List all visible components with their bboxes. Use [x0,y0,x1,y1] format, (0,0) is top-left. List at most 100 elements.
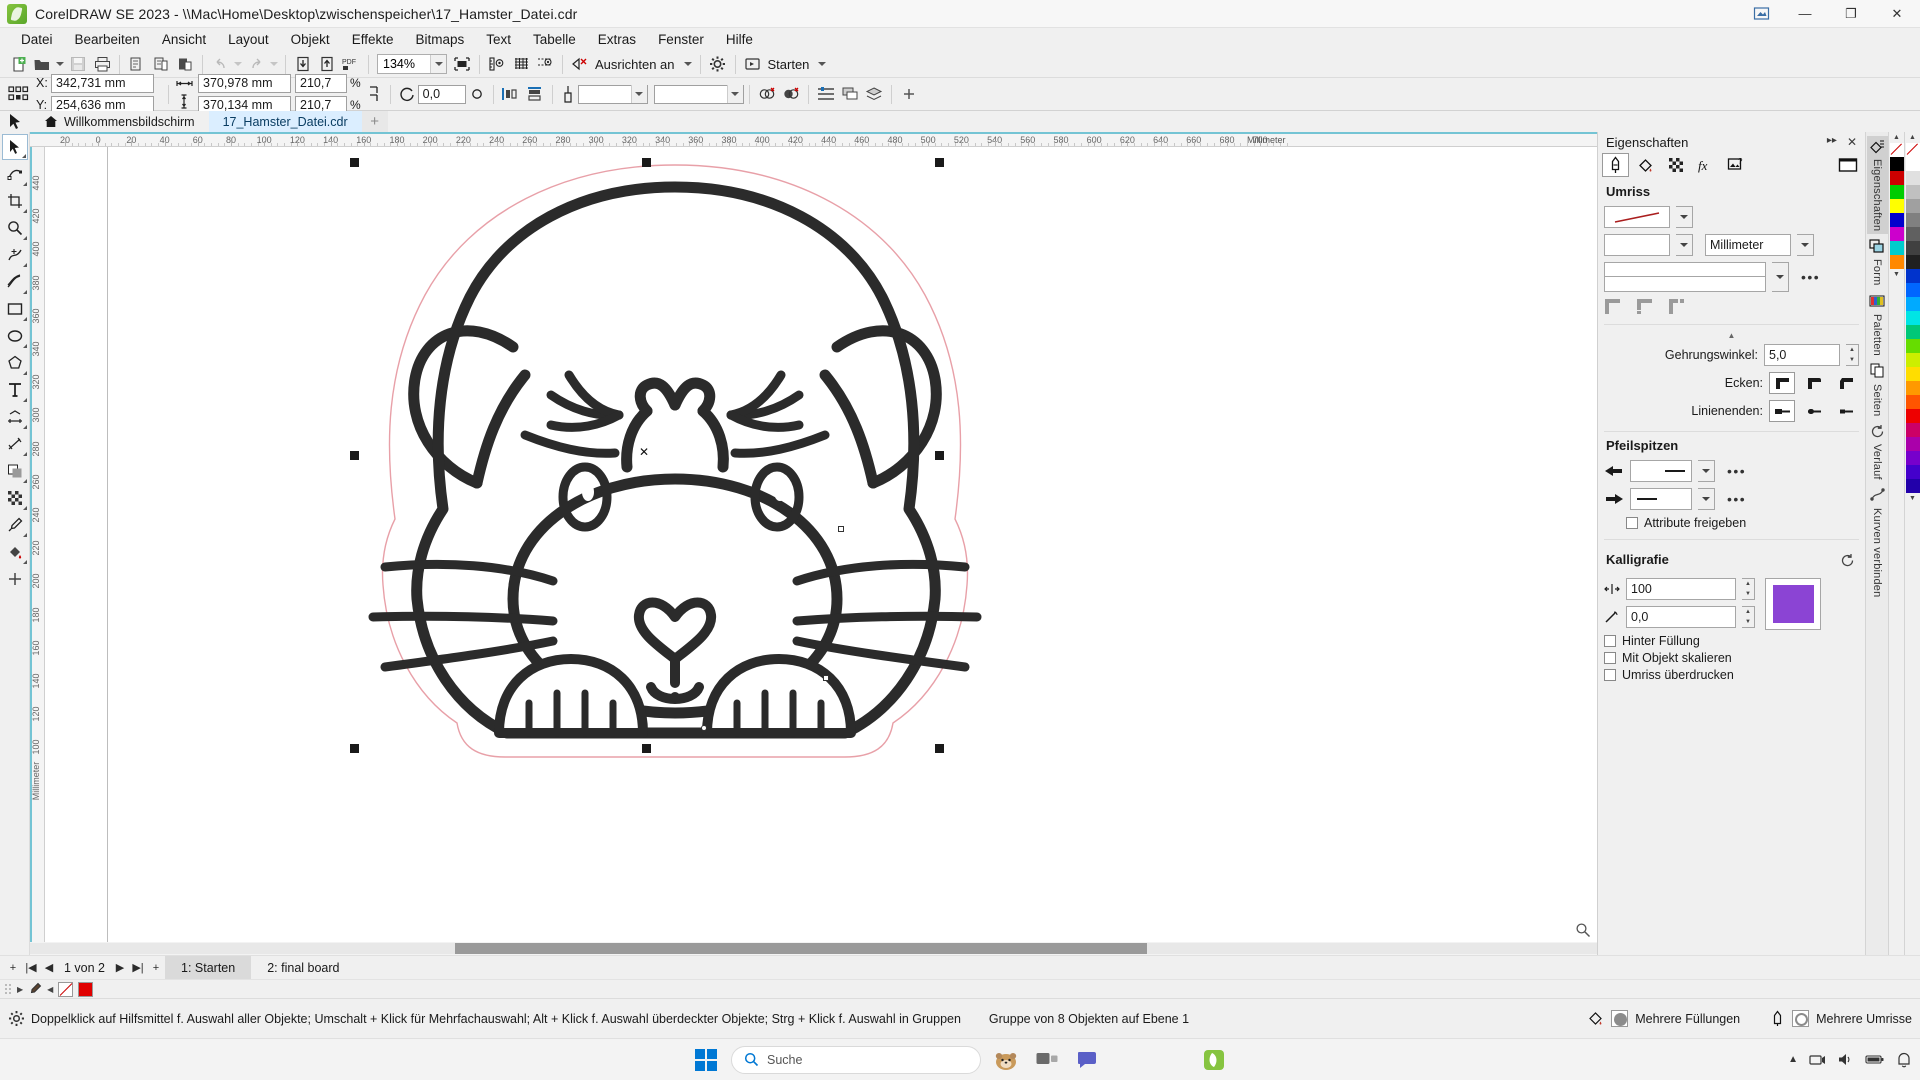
corner-square-preview-icon[interactable] [1604,298,1626,315]
save-icon[interactable] [66,53,90,76]
menu-bitmaps[interactable]: Bitmaps [404,29,475,50]
share-icon[interactable] [1750,3,1772,25]
snap-dropdown-icon[interactable] [681,53,695,76]
palette-swatch[interactable] [1906,199,1920,213]
effects-tab[interactable]: fx [1692,153,1719,177]
new-tab-button[interactable]: + [362,111,388,132]
windows-start-icon[interactable] [690,1045,722,1075]
chevron-up-icon[interactable]: ▲ [1788,1054,1798,1065]
scale-with-object-checkbox[interactable] [1604,652,1616,664]
fill-tab[interactable] [1632,153,1659,177]
menu-tabelle[interactable]: Tabelle [522,29,587,50]
corner-bevel-preview-icon[interactable] [1668,298,1690,315]
calligraphy-angle-spinner[interactable]: ▲▼ [1742,606,1755,628]
copy-icon[interactable] [149,53,173,76]
outline-tab[interactable] [1602,153,1629,177]
scale-with-object-row[interactable]: Mit Objekt skalieren [1604,651,1859,665]
expand-left-icon[interactable]: ◀ [47,985,53,994]
launch-dropdown-icon[interactable] [815,53,829,76]
menu-objekt[interactable]: Objekt [280,29,341,50]
palette-swatch[interactable] [1906,255,1920,269]
rotation-angle-input[interactable]: 0,0 [418,85,466,104]
line-cap-round-button[interactable] [1801,400,1827,422]
corner-miter-button[interactable] [1769,372,1795,394]
outline-style-preview[interactable] [1604,262,1766,277]
selection-handle-n[interactable] [642,158,651,167]
release-attributes-checkbox[interactable] [1626,517,1638,529]
notification-icon[interactable] [1896,1052,1912,1068]
import-icon[interactable] [291,53,315,76]
object-manager-icon[interactable] [838,83,862,106]
palette-swatch[interactable] [1890,171,1904,185]
page-tab-final-board[interactable]: 2: final board [251,956,355,980]
menu-hilfe[interactable]: Hilfe [715,29,764,50]
palette-swatch[interactable] [1906,157,1920,171]
corner-round-preview-icon[interactable] [1636,298,1658,315]
menu-fenster[interactable]: Fenster [647,29,715,50]
palette-swatch[interactable] [1890,157,1904,171]
horizontal-scrollbar[interactable] [30,943,1597,954]
palette-swatch[interactable] [1906,171,1920,185]
outline-style-dropdown-icon[interactable] [1772,262,1789,292]
hamster-app-icon[interactable] [990,1045,1022,1075]
calligraphy-angle-input[interactable]: 0,0 [1626,606,1736,628]
selection-handle-ne[interactable] [935,158,944,167]
open-dropdown-icon[interactable] [54,53,66,76]
end-arrow-preview[interactable] [1630,488,1692,510]
zoom-level-input[interactable] [378,55,430,73]
show-guides-icon[interactable] [533,53,557,76]
bitmap-tab[interactable]: ? [1722,153,1749,177]
vertical-ruler[interactable]: 4404204003803603403203002802602402202001… [30,147,45,942]
teams-icon[interactable] [1072,1045,1104,1075]
maximize-button[interactable]: ❐ [1828,0,1874,28]
palette-swatch[interactable] [1906,311,1920,325]
mirror-horizontal-icon[interactable] [499,83,523,106]
menu-extras[interactable]: Extras [587,29,647,50]
pick-tool-indicator[interactable] [0,111,30,132]
docker-close-icon[interactable]: ✕ [1847,135,1857,149]
palette-swatch[interactable] [1906,241,1920,255]
palette-swatch[interactable] [1906,479,1920,493]
palette-grip-icon[interactable] [4,982,12,996]
polygon-tool[interactable] [2,350,28,376]
selection-handle-se[interactable] [935,744,944,753]
node-handle-lower[interactable] [823,675,829,681]
outline-style-secondary[interactable] [1604,277,1766,292]
calligraphy-stretch-spinner[interactable]: ▲▼ [1742,578,1755,600]
undo-icon[interactable] [208,53,232,76]
selection-handle-sw[interactable] [350,744,359,753]
add-page-button[interactable]: + [4,958,22,978]
show-rulers-icon[interactable] [485,53,509,76]
parallel-dimension-tool[interactable] [2,431,28,457]
text-tool[interactable] [2,377,28,403]
add-toolbar-item-icon[interactable] [897,83,921,106]
palette-swatch[interactable] [1890,185,1904,199]
start-arrow-dropdown-icon[interactable] [1698,460,1715,482]
next-page-button[interactable]: ▶ [111,958,129,978]
reset-icon[interactable] [1840,553,1859,568]
zoom-tool[interactable] [2,215,28,241]
lock-ratio-icon[interactable] [363,84,385,104]
palette-swatch[interactable] [1906,465,1920,479]
page-tab[interactable] [1834,153,1861,177]
align-distribute-icon[interactable] [814,83,838,106]
palette-swatch[interactable] [1906,213,1920,227]
expand-right-icon[interactable]: ▶ [17,985,23,994]
network-icon[interactable] [1809,1052,1826,1067]
outline-style-combo[interactable] [654,85,744,104]
rectangle-tool[interactable] [2,296,28,322]
overprint-outline-row[interactable]: Umriss überdrucken [1604,668,1859,682]
first-page-button[interactable]: |◀ [22,958,40,978]
palette-swatch[interactable] [1906,283,1920,297]
palette-scroll-down-icon[interactable]: ▼ [1893,269,1900,280]
palette-swatch[interactable] [1906,339,1920,353]
export-pdf-icon[interactable]: PDF [339,53,363,76]
artistic-media-tool[interactable] [2,269,28,295]
dimension-tool[interactable] [2,404,28,430]
layers-icon[interactable] [862,83,886,106]
palette-swatch[interactable] [1890,227,1904,241]
paste-icon[interactable] [173,53,197,76]
calligraphy-stretch-input[interactable]: 100 [1626,578,1736,600]
weld-icon[interactable] [755,83,779,106]
no-color-swatch-2[interactable] [1906,143,1920,157]
